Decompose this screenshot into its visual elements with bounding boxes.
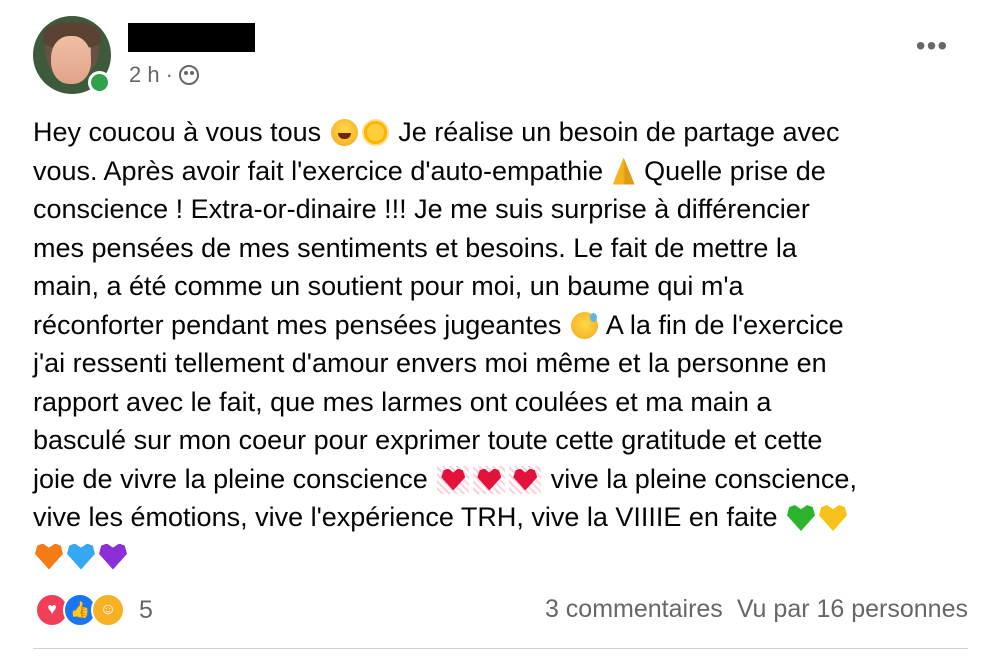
sweat-smile-icon (570, 311, 598, 339)
post-time[interactable]: 2 h (129, 62, 160, 88)
green-heart-icon (787, 505, 815, 531)
grinning-face-icon (330, 119, 358, 146)
purple-heart-icon (99, 543, 127, 570)
reactions-summary[interactable]: ♥ 👍 ☺ 5 (35, 591, 153, 629)
post-line: réconforter pendant mes pensées jugeante… (33, 309, 844, 340)
post-line: conscience ! Extra-or-dinaire !!! Je me … (33, 194, 810, 224)
avatar-face (51, 36, 91, 84)
meta-separator: · (165, 62, 173, 87)
views-count-link[interactable]: Vu par 16 personnes (737, 595, 968, 624)
yellow-heart-icon (819, 505, 847, 531)
post-line: mes pensées de mes sentiments et besoins… (33, 232, 797, 263)
post-line: basculé sur mon coeur pour exprimer tout… (33, 425, 823, 455)
post-line: vive les émotions, vive l'expérience TRH… (33, 498, 973, 537)
post-line (33, 537, 973, 576)
more-options-button[interactable]: ••• (914, 32, 950, 64)
reaction-count: 5 (139, 595, 153, 624)
comments-count-link[interactable]: 3 commentaires (545, 595, 723, 624)
friends-icon[interactable] (178, 65, 199, 85)
orange-heart-icon (35, 543, 63, 570)
post-line: Hey coucou à vous tous Je réalise un bes… (33, 117, 840, 147)
post-line: main, a été comme un soutient pour moi, … (33, 271, 744, 301)
heart-icon (437, 465, 470, 494)
author-name-redacted (128, 23, 255, 52)
sun-face-icon (361, 119, 389, 146)
post-meta: 2 h · (129, 62, 199, 88)
care-icon: ☺ (91, 593, 125, 627)
more-horizontal-icon: ••• (915, 30, 949, 61)
footer-divider (33, 648, 968, 649)
post-text: Hey coucou à vous tous Je réalise un bes… (33, 113, 973, 575)
heart-icon (473, 465, 506, 494)
folded-hands-icon (612, 157, 635, 185)
post-line: vous. Après avoir fait l'exercice d'auto… (33, 155, 826, 186)
facebook-post: 2 h · ••• Hey coucou à vous tous Je réal… (0, 0, 1001, 656)
heart-icon (509, 465, 542, 494)
post-line: rapport avec le fait, que mes larmes ont… (33, 386, 772, 417)
post-line: j'ai ressenti tellement d'amour envers m… (33, 348, 827, 378)
blue-heart-icon (67, 543, 95, 570)
post-line: joie de vivre la pleine conscience vive … (33, 463, 857, 494)
post-stats: 3 commentaires Vu par 16 personnes (545, 595, 968, 624)
online-status-indicator (88, 71, 111, 94)
